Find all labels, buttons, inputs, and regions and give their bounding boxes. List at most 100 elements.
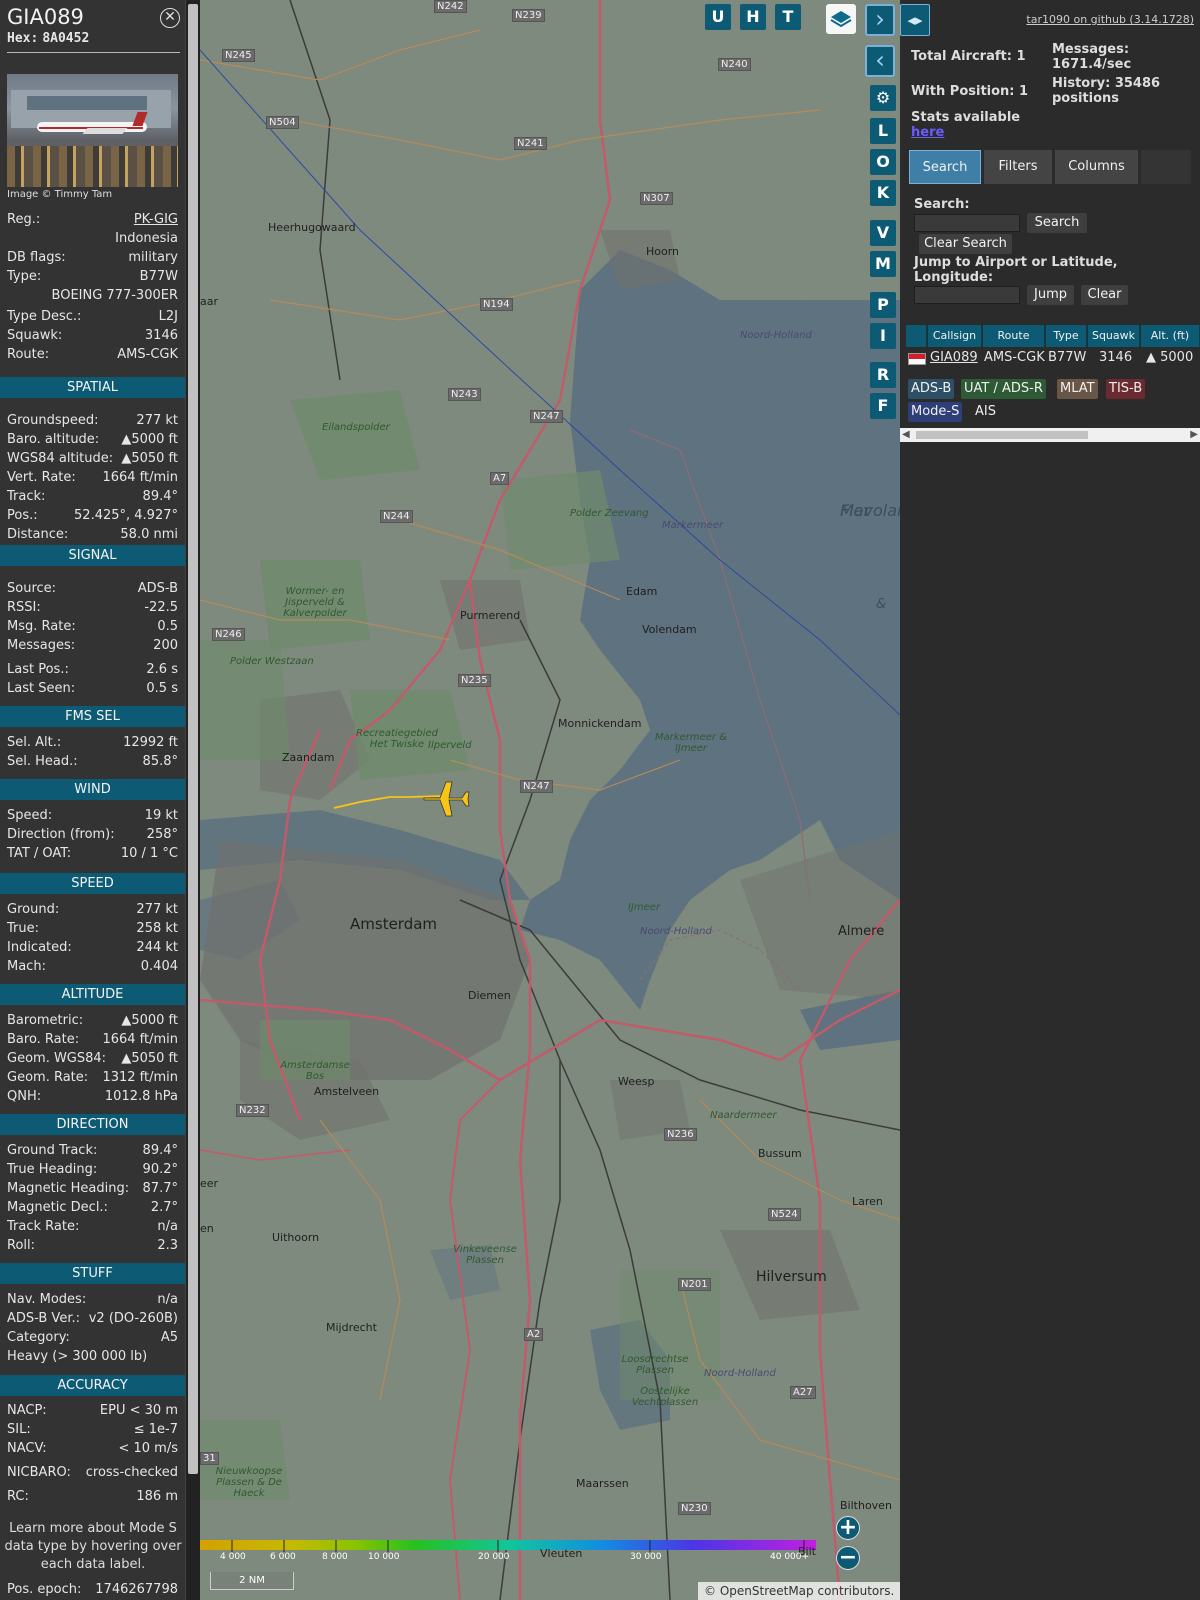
map-label: N194 (480, 298, 513, 311)
info-row: Track Rate: n/a (7, 1219, 178, 1237)
aircraft-marker-icon[interactable] (422, 776, 472, 822)
map-label: IJmeer (628, 902, 661, 913)
field-label: Baro. altitude: (7, 432, 100, 447)
field-value: 3146 (144, 328, 178, 343)
chevron-left-icon[interactable]: ‹ (865, 45, 895, 77)
map-canvas[interactable] (200, 0, 900, 1600)
clear-button[interactable]: Clear (1081, 285, 1128, 305)
table-scrollbar-thumb[interactable] (916, 431, 1088, 439)
chevron-right-icon[interactable]: › (865, 4, 895, 36)
field-value: 2.7° (150, 1200, 178, 1215)
map-label: aar (200, 295, 219, 308)
field-value: B77W (139, 269, 178, 284)
expand-arrows-icon[interactable]: ◂▸ (900, 4, 930, 36)
zoom-in-icon[interactable]: + (836, 1516, 860, 1540)
map-label: Bussum (758, 1147, 802, 1160)
tab-columns[interactable]: Columns (1055, 150, 1138, 184)
info-row: Roll: 2.3 (7, 1238, 178, 1256)
stats-link[interactable]: here (911, 125, 944, 140)
info-row: Barometric: ▲5000 ft (7, 1013, 178, 1031)
section-header-fms-sel[interactable]: FMS SEL (0, 706, 185, 727)
column-squawk[interactable]: Squawk (1088, 325, 1140, 347)
jump-input[interactable] (914, 286, 1020, 304)
map-attribution[interactable]: © OpenStreetMap contributors. (698, 1582, 900, 1600)
info-row: Distance: 58.0 nmi (7, 527, 178, 545)
map-side-button-r[interactable]: R (870, 362, 896, 388)
search-button[interactable]: Search (1027, 213, 1087, 233)
map-label: Loosdrechtse Plassen (621, 1354, 689, 1376)
map-side-button-m[interactable]: M (870, 251, 896, 277)
map-label: Purmerend (460, 609, 521, 622)
scroll-left-icon[interactable]: ◀ (902, 429, 910, 440)
aircraft-row: Indonesia (7, 231, 178, 249)
tab-search[interactable]: Search (909, 150, 981, 184)
search-input[interactable] (914, 214, 1020, 232)
aircraft-photo[interactable] (7, 74, 178, 187)
section-header-stuff[interactable]: STUFF (0, 1263, 185, 1284)
section-header-direction[interactable]: DIRECTION (0, 1114, 185, 1135)
tab-filters[interactable]: Filters (984, 150, 1052, 184)
tab-extra[interactable] (1141, 150, 1191, 184)
field-value: ▲5050 ft (121, 451, 178, 466)
map-label: N242 (434, 0, 467, 13)
field-value: ▲5050 ft (121, 1051, 178, 1066)
section-header-spatial[interactable]: SPATIAL (0, 377, 185, 398)
map-button-h[interactable]: H (740, 4, 766, 30)
settings-gear-icon[interactable]: ⚙ (870, 85, 896, 111)
field-label: Source: (7, 581, 57, 596)
messages-rate: Messages: 1671.4/sec (1052, 42, 1132, 72)
section-header-wind[interactable]: WIND (0, 779, 185, 800)
info-scrollbar-thumb[interactable] (188, 4, 198, 1474)
column-altitude[interactable]: Alt. (ft) (1141, 325, 1200, 347)
field-value: 244 kt (136, 940, 178, 955)
map-button-t[interactable]: T (775, 4, 801, 30)
section-header-speed[interactable]: SPEED (0, 873, 185, 894)
version-link[interactable]: tar1090 on github (3.14.1728) (1026, 13, 1194, 26)
map-side-button-i[interactable]: I (870, 323, 896, 349)
info-scrollbar[interactable] (185, 0, 200, 1600)
close-icon[interactable]: ✕ (160, 8, 180, 28)
info-row: Sel. Alt.: 12992 ft (7, 735, 178, 753)
info-row: ADS-B Ver.: v2 (DO-260B) (7, 1311, 178, 1329)
altitude-scale-tick: 40 000+ (770, 1552, 810, 1562)
image-credit: Image © Timmy Tam (7, 189, 113, 200)
scroll-right-icon[interactable]: ▶ (1190, 429, 1198, 440)
clear-search-button[interactable]: Clear Search (919, 234, 1012, 254)
column-type[interactable]: Type (1046, 325, 1087, 347)
table-horizontal-scrollbar[interactable]: ◀ ▶ (900, 428, 1200, 442)
map-side-button-l[interactable]: L (870, 118, 896, 144)
field-value: 1664 ft/min (102, 470, 178, 485)
jump-button[interactable]: Jump (1027, 285, 1074, 305)
registration-link[interactable]: PK-GIG (134, 212, 178, 227)
column-route[interactable]: Route (983, 325, 1045, 347)
layers-button[interactable] (826, 4, 856, 34)
field-value: -22.5 (144, 600, 178, 615)
section-header-altitude[interactable]: ALTITUDE (0, 984, 185, 1005)
field-value: < 10 m/s (118, 1441, 178, 1456)
map-view[interactable]: N242 N239 N245 N240 N504 N241 Heerhugowaard N30… (200, 0, 900, 1600)
map-side-button-p[interactable]: P (870, 292, 896, 318)
field-label: Mach: (7, 959, 46, 974)
map-side-button-k[interactable]: K (870, 180, 896, 206)
with-position: With Position: 1 (911, 84, 1029, 99)
map-side-button-o[interactable]: O (870, 149, 896, 175)
map-label: Heerhugowaard (268, 221, 356, 234)
distance-scale: 2 NM (210, 1572, 294, 1590)
source-modes: Mode-S (908, 402, 963, 422)
map-label: Vinkeveense Plassen (453, 1244, 517, 1266)
field-value: 1664 ft/min (102, 1032, 178, 1047)
map-side-button-f[interactable]: F (870, 393, 896, 419)
map-button-u[interactable]: U (705, 4, 731, 30)
map-label: A27 (790, 1386, 816, 1399)
info-row: Source: ADS-B (7, 581, 178, 599)
aircraft-list-panel: ◂▸ tar1090 on github (3.14.1728) Total A… (900, 0, 1200, 1600)
map-side-button-v[interactable]: V (870, 220, 896, 246)
info-row: Direction (from): 258° (7, 827, 178, 845)
column-callsign[interactable]: Callsign (928, 325, 982, 347)
row-callsign[interactable]: GIA089 (930, 349, 978, 367)
section-header-accuracy[interactable]: ACCURACY (0, 1375, 185, 1396)
column-flag[interactable] (906, 325, 927, 347)
section-header-signal[interactable]: SIGNAL (0, 545, 185, 566)
map-label: Amsterdamse Bos (280, 1060, 350, 1082)
info-row: Sel. Head.: 85.8° (7, 754, 178, 772)
